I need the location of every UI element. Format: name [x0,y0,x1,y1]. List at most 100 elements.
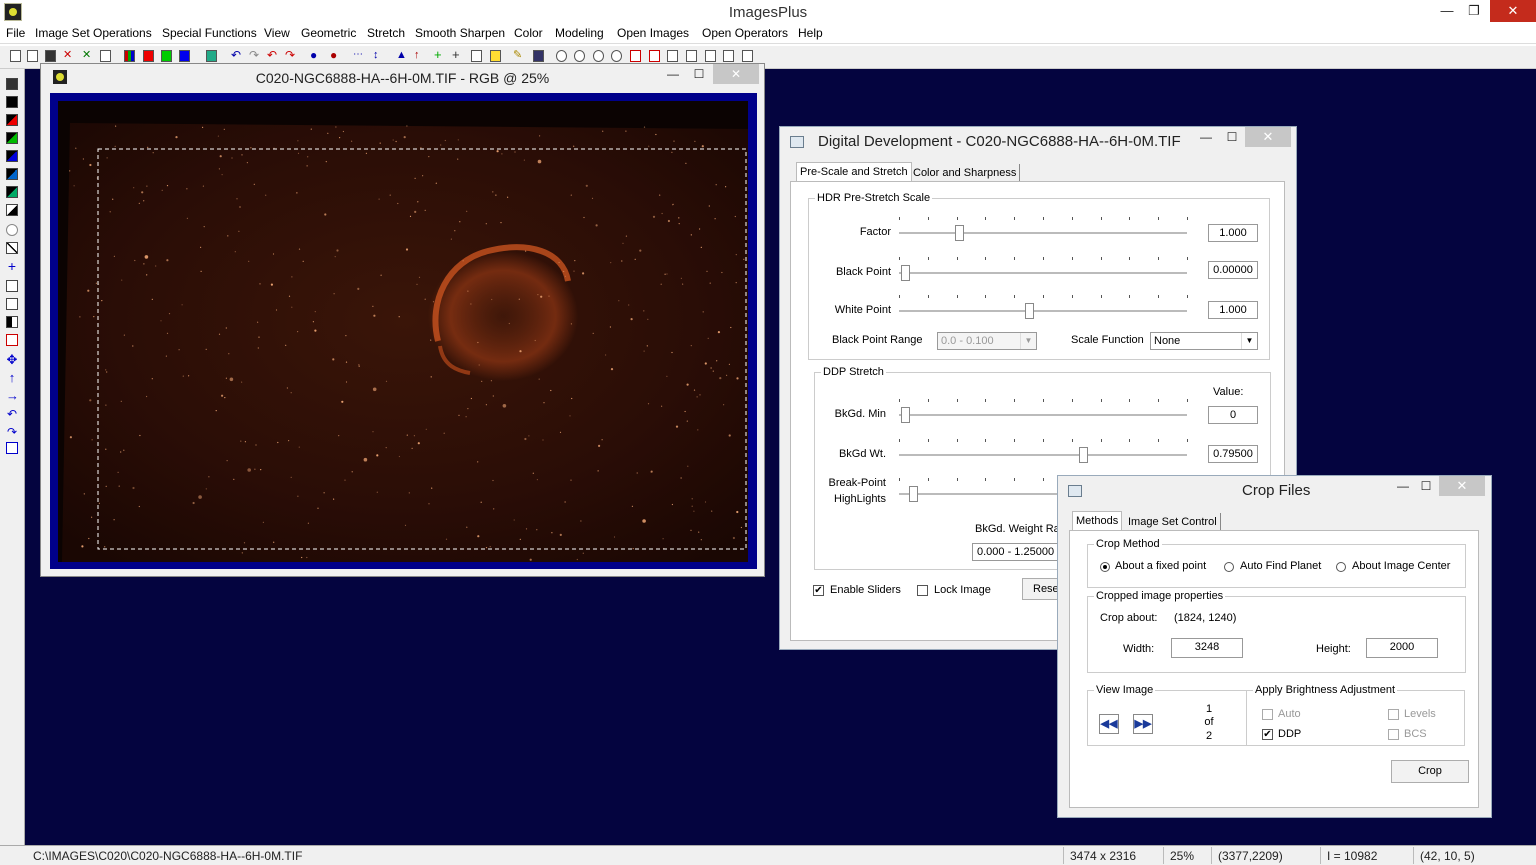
rotate-left-tool-icon[interactable]: ↶ [6,408,18,420]
black-point-range-select[interactable]: 0.0 - 0.100 ▼ [937,332,1037,350]
undo-icon[interactable]: ↶ [231,49,242,62]
bkgd-wt-slider[interactable] [899,439,1188,469]
close-icon[interactable]: ✕ [1245,127,1291,147]
black-point-slider[interactable] [899,257,1188,287]
window-2-icon[interactable] [686,50,697,62]
minimize-icon[interactable]: — [1194,127,1218,147]
menu-smooth-sharpen[interactable]: Smooth Sharpen [415,26,505,40]
chevron-down-icon[interactable]: ▼ [1241,333,1257,349]
star-tool-icon[interactable]: + [6,259,18,273]
marker-icon[interactable]: ● [310,49,321,62]
copy-tool-icon[interactable] [6,442,18,454]
arrow-right-tool-icon[interactable]: → [6,389,19,402]
zoom-fit-icon[interactable] [593,50,604,62]
green-tool-icon[interactable] [6,132,18,144]
arrow-up-icon[interactable]: ↑ [414,50,425,62]
black-tool-icon[interactable] [6,96,18,108]
menu-stretch[interactable]: Stretch [367,26,405,40]
levels-checkbox[interactable] [1388,709,1399,720]
grid-icon[interactable] [206,50,217,62]
slider-thumb[interactable] [1024,303,1034,319]
menu-help[interactable]: Help [798,26,823,40]
menu-open-images[interactable]: Open Images [617,26,689,40]
slider-thumb[interactable] [1079,447,1089,463]
bars-tool-icon[interactable] [6,298,18,310]
tab-color-sharpness[interactable]: Color and Sharpness [910,164,1021,182]
slider-thumb[interactable] [900,407,910,423]
teal-tool-icon[interactable] [6,186,18,198]
invert-tool-icon[interactable] [6,204,18,216]
zoom-in-icon[interactable] [556,50,567,62]
cyan-tool-icon[interactable] [6,168,18,180]
tab-image-set-control[interactable]: Image Set Control [1125,513,1221,531]
minimize-icon[interactable]: — [1391,476,1415,496]
print-icon[interactable] [100,50,111,62]
blue-channel-icon[interactable] [179,50,190,62]
star-icon[interactable] [490,50,501,62]
rotate-right-tool-icon[interactable]: ↷ [6,426,18,438]
close-icon[interactable]: ✕ [1439,476,1485,496]
radio-fixed-point[interactable] [1100,562,1110,572]
undo-all-icon[interactable]: ↶ [267,49,278,62]
window-4-icon[interactable] [723,50,734,62]
select-red-tool-icon[interactable] [6,334,18,346]
ddp-checkbox[interactable]: ✔ [1262,729,1273,740]
delete-icon[interactable]: ✕ [63,50,74,62]
dots-icon[interactable]: ⋯ [353,50,364,62]
nebula-image[interactable] [58,101,748,562]
window-icon[interactable] [667,50,678,62]
menu-special-functions[interactable]: Special Functions [162,26,257,40]
slider-thumb[interactable] [955,225,965,241]
red-tool-icon[interactable] [6,114,18,126]
crop-files-dialog[interactable]: Crop Files — ☐ ✕ Methods Image Set Contr… [1057,475,1492,818]
crop-red-2-icon[interactable] [649,50,660,62]
slider-thumb[interactable] [900,265,910,281]
close-icon[interactable]: ✕ [1490,0,1536,22]
blue-tool-icon[interactable] [6,150,18,162]
previous-image-button[interactable]: ◀◀ [1099,714,1119,734]
align-icon[interactable]: ↕ [373,50,384,62]
width-input[interactable]: 3248 [1171,638,1243,658]
crosshair-icon[interactable]: + [452,48,463,62]
scale-function-select[interactable]: None ▼ [1150,332,1258,350]
chevron-down-icon[interactable]: ▼ [1020,333,1036,349]
cancel-icon[interactable]: ✕ [82,50,93,62]
save-icon[interactable] [45,50,56,62]
red-channel-icon[interactable] [143,50,154,62]
redo-all-icon[interactable]: ↷ [285,49,296,62]
close-icon[interactable]: ✕ [713,64,759,84]
menu-image-set-operations[interactable]: Image Set Operations [35,26,152,40]
height-input[interactable]: 2000 [1366,638,1438,658]
next-image-button[interactable]: ▶▶ [1133,714,1153,734]
tab-methods[interactable]: Methods [1072,511,1123,531]
menu-geometric[interactable]: Geometric [301,26,356,40]
bcs-checkbox[interactable] [1388,729,1399,740]
zoom-actual-icon[interactable] [611,50,622,62]
bkgd-min-slider[interactable] [899,399,1188,429]
zoom-out-icon[interactable] [574,50,585,62]
enable-sliders-checkbox[interactable]: ✔ [813,585,824,596]
half-tool-icon[interactable] [6,316,18,328]
factor-value[interactable]: 1.000 [1208,224,1258,242]
white-point-value[interactable]: 1.000 [1208,301,1258,319]
menu-file[interactable]: File [6,26,25,40]
lock-image-checkbox[interactable] [917,585,928,596]
table-icon[interactable] [533,50,544,62]
redo-icon[interactable]: ↷ [249,49,260,62]
histogram-icon[interactable]: ▲ [396,50,407,62]
line-tool-icon[interactable] [6,242,18,254]
maximize-icon[interactable]: ☐ [1414,476,1438,496]
lasso-tool-icon[interactable] [6,224,18,236]
add-icon[interactable]: + [434,48,445,62]
window-5-icon[interactable] [742,50,753,62]
pencil-icon[interactable]: ✎ [513,50,524,62]
open-folder-icon[interactable] [27,50,38,62]
rect-tool-icon[interactable] [6,280,18,292]
image-window[interactable]: C020-NGC6888-HA--6H-0M.TIF - RGB @ 25% —… [40,63,765,577]
radio-image-center[interactable] [1336,562,1346,572]
window-3-icon[interactable] [705,50,716,62]
minimize-icon[interactable]: — [661,64,685,84]
crop-button[interactable]: Crop [1391,760,1469,783]
menu-modeling[interactable]: Modeling [555,26,604,40]
white-point-slider[interactable] [899,295,1188,325]
